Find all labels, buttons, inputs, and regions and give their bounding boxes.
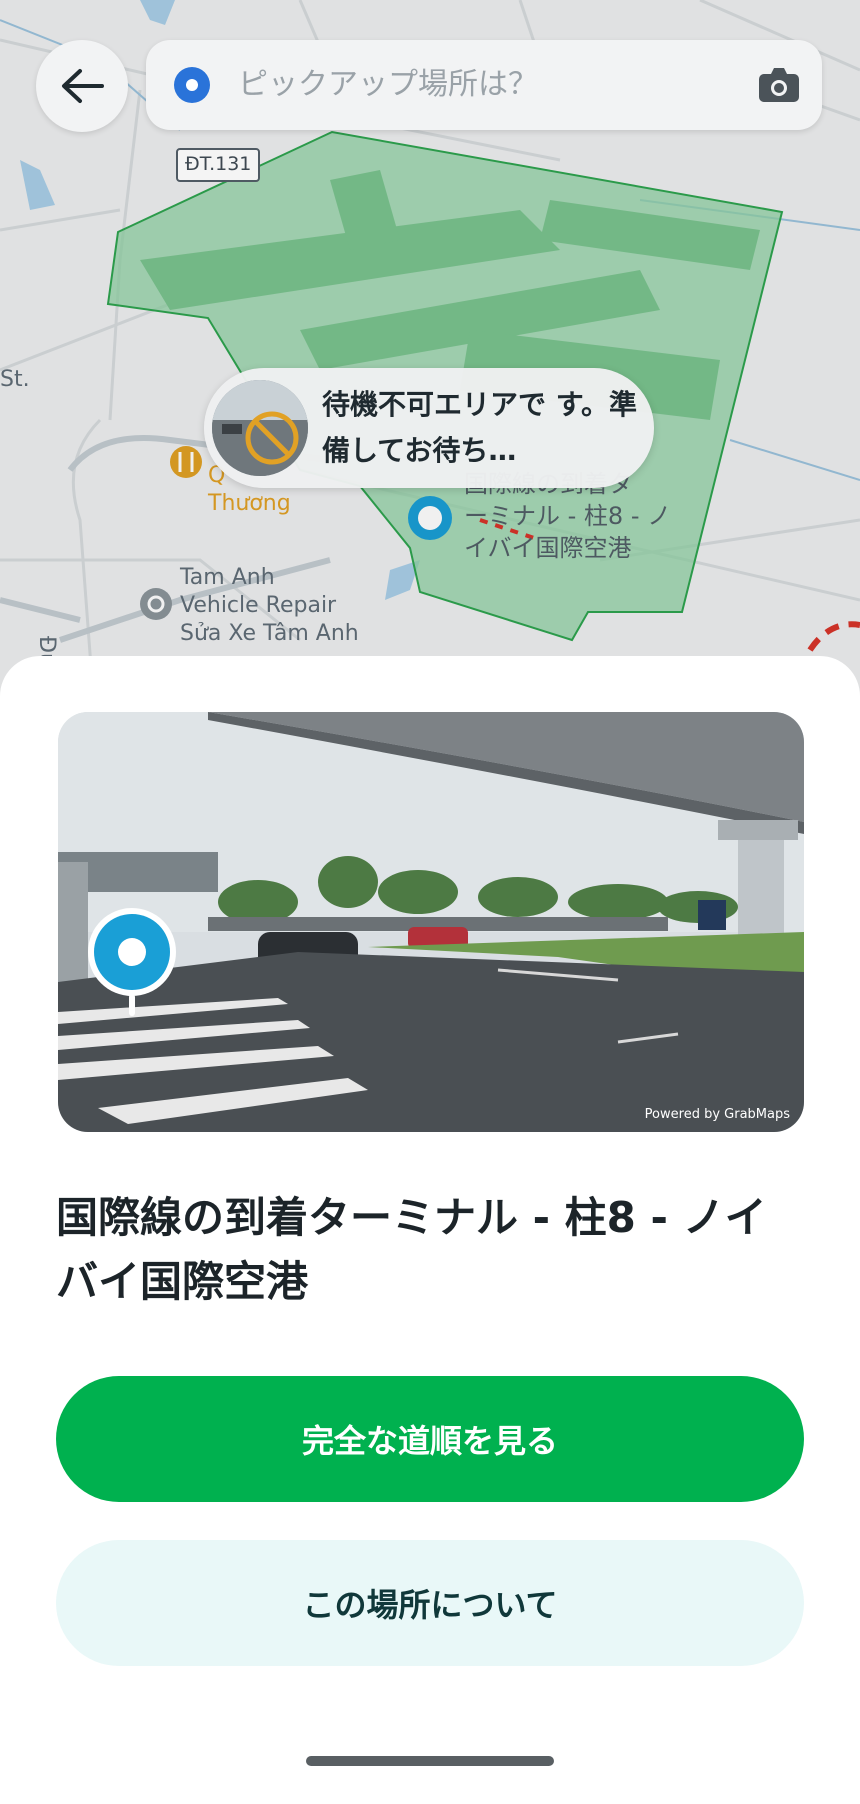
search-placeholder: ピックアップ場所は？ [238, 67, 538, 102]
location-dot-icon [174, 67, 210, 103]
toast-message: 待機不可エリアで す。準備してお待ち… [322, 388, 637, 467]
location-pin-icon [84, 908, 180, 1022]
arrow-left-icon [62, 69, 104, 103]
about-place-button[interactable]: この場所について [56, 1540, 804, 1666]
camera-button[interactable] [756, 62, 802, 112]
repair-shop-line1: Tam Anh [180, 565, 275, 590]
toast-thumbnail [212, 380, 308, 476]
place-name: 国際線の到着ターミナル - 柱8 - ノイバイ国際空港 [56, 1193, 767, 1306]
poi-label: Thương [208, 491, 291, 516]
pickup-map-label-line2: ーミナル - 柱8 - ノ [464, 502, 672, 530]
street-view-photo[interactable]: Powered by GrabMaps [58, 712, 804, 1132]
repair-shop-line3: Sửa Xe Tâm Anh [180, 621, 359, 646]
camera-icon [759, 68, 799, 102]
no-waiting-toast[interactable]: 待機不可エリアで す。準備してお待ち… [204, 368, 654, 488]
full-directions-button[interactable]: 完全な道順を見る [56, 1376, 804, 1502]
pickup-map-label-line3: イバイ国際空港 [464, 534, 632, 562]
repair-shop-line2: Vehicle Repair [180, 593, 337, 618]
street-fragment-label: St. [0, 367, 30, 392]
road-label: ĐT.131 [176, 148, 261, 182]
back-button[interactable] [36, 40, 128, 132]
home-indicator[interactable] [306, 1756, 554, 1766]
pickup-search-bar[interactable]: ピックアップ場所は？ [146, 40, 822, 130]
photo-credit: Powered by GrabMaps [644, 1107, 790, 1122]
